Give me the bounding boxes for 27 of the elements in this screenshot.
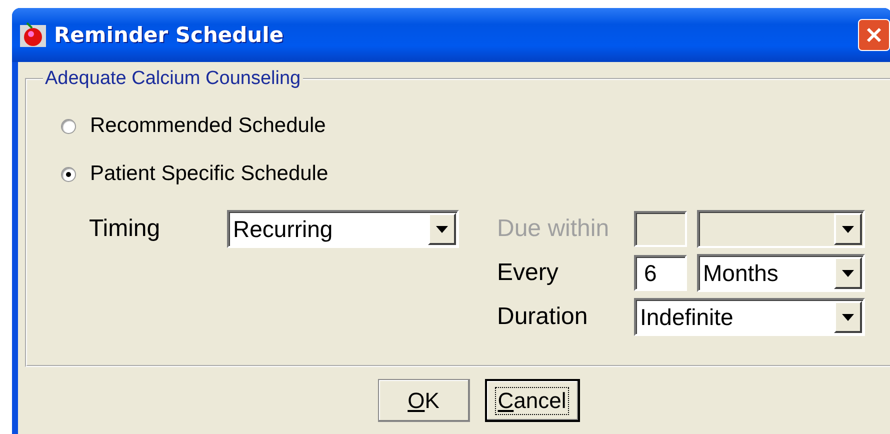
radio-label: Recommended Schedule: [90, 114, 326, 138]
close-icon: [866, 27, 882, 43]
radio-button[interactable]: [61, 118, 76, 134]
timing-label: Timing: [89, 215, 162, 243]
group-title: Adequate Calcium Counseling: [44, 68, 302, 90]
dropdown-button[interactable]: [834, 257, 862, 289]
dropdown-field[interactable]: Recurring: [227, 210, 459, 248]
number-field[interactable]: [634, 211, 687, 247]
window-title: Reminder Schedule: [54, 23, 285, 47]
caret-icon: [842, 226, 854, 232]
field-label: Every: [497, 259, 560, 287]
close-button[interactable]: [858, 19, 890, 51]
dropdown-field[interactable]: Indefinite: [634, 298, 865, 336]
field-label: Duration: [497, 303, 589, 331]
caret-icon: [842, 270, 854, 276]
caret-icon: [436, 226, 448, 232]
dropdown-button[interactable]: [428, 213, 456, 245]
dialog-button[interactable]: Cancel: [484, 379, 580, 422]
radio-label: Patient Specific Schedule: [90, 162, 328, 186]
dropdown-button[interactable]: [834, 301, 862, 333]
radio-button[interactable]: [61, 166, 76, 182]
caret-icon: [842, 314, 854, 320]
dialog-button[interactable]: OK: [378, 379, 470, 422]
apple-icon: [20, 22, 46, 48]
field-label: Due within: [497, 215, 610, 243]
number-field[interactable]: 6: [634, 255, 687, 291]
dropdown-field[interactable]: Months: [697, 254, 865, 292]
